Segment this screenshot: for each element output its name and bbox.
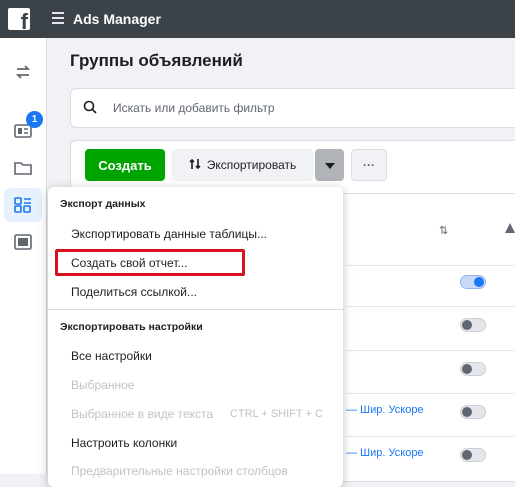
row-toggle-on[interactable] — [460, 275, 486, 289]
folder-icon[interactable] — [11, 156, 35, 180]
menu-item-share-link[interactable]: Поделиться ссылкой... — [71, 285, 197, 299]
switch-arrows-icon[interactable] — [11, 60, 35, 84]
section-export-settings: Экспортировать настройки — [60, 321, 203, 333]
warning-icon — [505, 220, 515, 238]
export-dropdown-button[interactable] — [315, 149, 344, 181]
left-sidebar — [0, 38, 47, 474]
menu-divider — [48, 309, 343, 310]
table-row-text[interactable]: — Шир. Ускоре — [346, 447, 424, 459]
page-title: Группы объявлений — [70, 51, 243, 70]
menu-item-column-presets: Предварительные настройки столбцов — [71, 464, 288, 478]
notification-badge: 1 — [26, 111, 43, 128]
row-toggle-off[interactable] — [460, 405, 486, 419]
search-icon — [83, 100, 97, 119]
row-toggle-off[interactable] — [460, 448, 486, 462]
section-export-data: Экспорт данных — [60, 198, 146, 210]
menu-item-selected-text: Выбранное в виде текста — [71, 407, 214, 421]
hamburger-menu-icon[interactable] — [52, 12, 64, 24]
more-options-button[interactable]: ··· — [351, 149, 387, 181]
export-dropdown-menu: Экспорт данных Экспортировать данные таб… — [48, 187, 343, 487]
create-button[interactable]: Создать — [85, 149, 165, 181]
row-divider — [346, 306, 515, 307]
grid-icon[interactable] — [11, 193, 35, 217]
app-title: Ads Manager — [73, 11, 161, 27]
table-row-text[interactable]: — Шир. Ускоре — [346, 404, 424, 416]
row-divider — [346, 265, 515, 266]
row-divider — [346, 350, 515, 351]
caret-down-icon — [324, 158, 335, 172]
export-arrows-icon — [189, 158, 201, 173]
export-label: Экспортировать — [206, 158, 297, 172]
row-toggle-off[interactable] — [460, 362, 486, 376]
sort-icon[interactable]: ⇅ — [439, 224, 448, 237]
facebook-logo-icon[interactable]: f — [8, 8, 30, 34]
row-divider — [346, 436, 515, 437]
export-button[interactable]: Экспортировать — [172, 149, 313, 181]
shortcut-hint: CTRL + SHIFT + C — [230, 408, 323, 420]
row-toggle-off[interactable] — [460, 318, 486, 332]
menu-item-configure-columns[interactable]: Настроить колонки — [71, 436, 177, 450]
row-divider — [346, 393, 515, 394]
menu-item-export-table[interactable]: Экспортировать данные таблицы... — [71, 227, 267, 241]
search-placeholder: Искать или добавить фильтр — [113, 101, 275, 115]
highlight-box — [55, 249, 245, 276]
menu-item-all-settings[interactable]: Все настройки — [71, 349, 152, 363]
top-bar: f Ads Manager — [0, 0, 515, 38]
image-icon[interactable] — [11, 230, 35, 254]
menu-item-selected: Выбранное — [71, 378, 135, 392]
search-input[interactable]: Искать или добавить фильтр — [70, 88, 515, 128]
logo-letter: f — [20, 9, 28, 34]
